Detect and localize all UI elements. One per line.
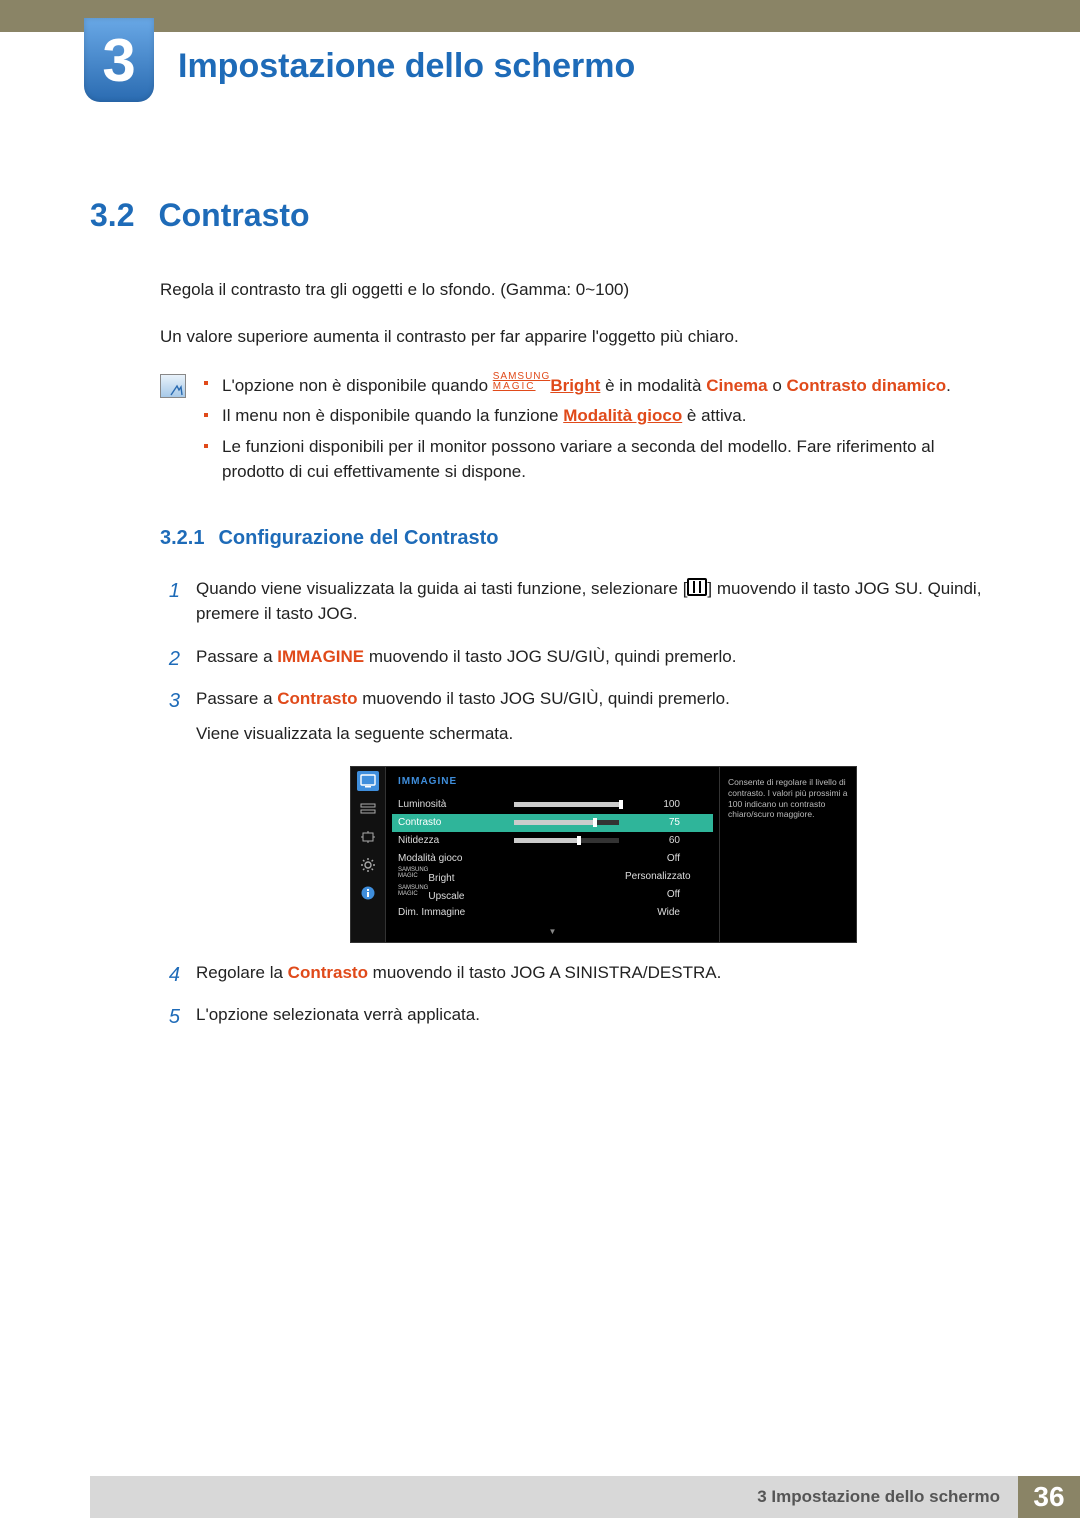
osd-label: SAMSUNGMAGICUpscale [398,885,508,905]
step: 4 Regolare la Contrasto muovendo il tast… [160,961,990,996]
osd-sidebar-info-icon [357,883,379,903]
note-item: Le funzioni disponibili per il monitor p… [204,435,990,484]
osd-value: Personalizzato [625,870,680,885]
osd-value: 75 [625,816,680,831]
text: muovendo il tasto JOG A SINISTRA/DESTRA. [368,963,721,982]
step: 2 Passare a IMMAGINE muovendo il tasto J… [160,645,990,680]
osd-value: 60 [625,834,680,849]
paragraph: Un valore superiore aumenta il contrasto… [160,325,990,350]
text-bold: Contrasto [277,689,357,708]
osd-value: Off [625,888,680,903]
text: Il menu non è disponibile quando la funz… [222,406,563,425]
osd-screenshot: IMMAGINE Luminosità 100 Contrasto 75 Nit… [350,766,857,942]
footer-text: 3 Impostazione dello schermo [90,1476,1018,1518]
osd-label: Luminosità [398,798,508,813]
osd-label: Contrasto [398,816,508,831]
osd-label: Modalità gioco [398,852,508,867]
step-number: 2 [160,645,180,680]
steps-list-cont: 4 Regolare la Contrasto muovendo il tast… [160,961,990,1038]
text-bold: Contrasto dinamico [787,376,947,395]
osd-row-sharpness: Nitidezza 60 [398,832,707,850]
subsection-heading: 3.2.1 Configurazione del Contrasto [160,524,990,553]
osd-sidebar-list-icon [357,799,379,819]
subsection-number: 3.2.1 [160,524,204,553]
osd-label: Nitidezza [398,834,508,849]
chapter-header: 3 Impostazione dello schermo [0,18,1080,102]
text-bold: Contrasto [288,963,368,982]
osd-row-gamemode: Modalità gioco Off [398,850,707,868]
note-item: L'opzione non è disponibile quando SAMSU… [204,372,990,399]
osd-sidebar [351,767,386,941]
text: L'opzione selezionata verrà applicata. [196,1003,990,1028]
osd-label: SAMSUNGMAGICBright [398,867,508,887]
osd-value: Wide [625,906,680,921]
osd-sidebar-picture-icon [357,771,379,791]
text: è in modalità [600,376,706,395]
note-block: L'opzione non è disponibile quando SAMSU… [160,372,990,491]
chevron-down-icon: ▼ [398,926,707,938]
osd-sidebar-resize-icon [357,827,379,847]
page-number: 36 [1018,1476,1080,1518]
section-heading: 3.2 Contrasto [90,192,990,238]
step-number: 1 [160,577,180,636]
chapter-number-badge: 3 [84,18,154,102]
text: o [768,376,787,395]
osd-slider [514,838,619,843]
step-number: 3 [160,687,180,756]
osd-row-magicupscale: SAMSUNGMAGICUpscale Off [398,886,707,904]
text: . [946,376,951,395]
steps-list: 1 Quando viene visualizzata la guida ai … [160,577,990,756]
osd-menu: IMMAGINE Luminosità 100 Contrasto 75 Nit… [386,767,719,941]
osd-value: 100 [625,798,680,813]
step-number: 5 [160,1003,180,1038]
text: è attiva. [682,406,746,425]
osd-slider [514,802,619,807]
paragraph: Regola il contrasto tra gli oggetti e lo… [160,278,990,303]
note-icon [160,374,186,398]
step: 3 Passare a Contrasto muovendo il tasto … [160,687,990,756]
subsection-title: Configurazione del Contrasto [218,524,498,553]
note-list: L'opzione non è disponibile quando SAMSU… [204,372,990,491]
text: Viene visualizzata la seguente schermata… [196,722,990,747]
samsung-magic-brand: SAMSUNGMAGIC [493,372,551,392]
step-number: 4 [160,961,180,996]
osd-menu-title: IMMAGINE [398,775,707,790]
osd-description: Consente di regolare il livello di contr… [719,767,856,941]
text-bold: Bright [550,376,600,395]
text: Passare a [196,689,277,708]
osd-label: Dim. Immagine [398,906,508,921]
osd-value: Off [625,852,680,867]
chapter-title: Impostazione dello schermo [178,42,635,91]
section-number: 3.2 [90,192,134,238]
note-item: Il menu non è disponibile quando la funz… [204,404,990,429]
section-title: Contrasto [158,192,309,238]
footer: 3 Impostazione dello schermo 36 [0,1476,1080,1518]
text-bold: Cinema [706,376,767,395]
step: 1 Quando viene visualizzata la guida ai … [160,577,990,636]
text: Passare a [196,647,277,666]
osd-row-brightness: Luminosità 100 [398,796,707,814]
step: 5 L'opzione selezionata verrà applicata. [160,1003,990,1038]
text: muovendo il tasto JOG SU/GIÙ, quindi pre… [358,689,730,708]
text-bold: IMMAGINE [277,647,364,666]
text: Quando viene visualizzata la guida ai ta… [196,579,687,598]
osd-row-imagesize: Dim. Immagine Wide [398,904,707,922]
osd-sidebar-gear-icon [357,855,379,875]
text: muovendo il tasto JOG SU/GIÙ, quindi pre… [364,647,736,666]
link-text: Modalità gioco [563,406,682,425]
text: L'opzione non è disponibile quando [222,376,493,395]
osd-row-contrast-selected: Contrasto 75 [392,814,713,832]
menu-icon [687,578,707,596]
text: Regolare la [196,963,288,982]
osd-slider [514,820,619,825]
osd-row-magicbright: SAMSUNGMAGICBright Personalizzato [398,868,707,886]
